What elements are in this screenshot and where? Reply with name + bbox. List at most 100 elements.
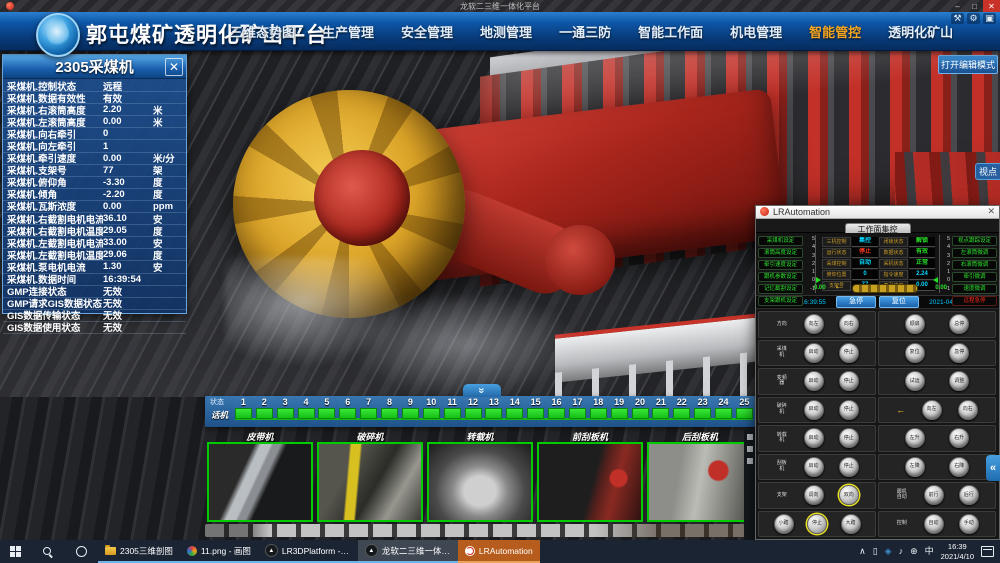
control-button[interactable]: 大踏 bbox=[841, 514, 861, 534]
camera-view[interactable]: 前刮板机 bbox=[537, 430, 643, 522]
tray-expand-icon[interactable]: ∧ bbox=[859, 547, 866, 556]
taskbar-app-platform[interactable]: ▲ 龙软二三维一体化... bbox=[358, 540, 458, 563]
notification-center-icon[interactable] bbox=[981, 546, 994, 557]
function-button[interactable]: 滚筒高度设定 bbox=[758, 248, 803, 259]
function-button[interactable]: 远程急停 bbox=[952, 296, 997, 307]
support-status-cell[interactable]: 19 bbox=[609, 397, 630, 419]
support-status-cell[interactable]: 15 bbox=[525, 397, 546, 419]
taskbar-clock[interactable]: 16:39 2021/4/10 bbox=[941, 542, 974, 561]
nav-item[interactable]: 智能管控 bbox=[809, 22, 861, 41]
function-button[interactable]: 牵引速度设定 bbox=[758, 260, 803, 271]
collapse-panel-button[interactable]: « bbox=[986, 455, 1000, 481]
support-status-cell[interactable]: 20 bbox=[630, 397, 651, 419]
control-button[interactable]: 向左 bbox=[922, 400, 942, 420]
function-button[interactable]: 采煤机设定 bbox=[758, 236, 803, 247]
control-button[interactable]: 前行 bbox=[924, 485, 944, 505]
cortana-button[interactable] bbox=[64, 546, 98, 557]
control-button[interactable]: 右降 bbox=[949, 457, 969, 477]
control-button[interactable]: 试运 bbox=[905, 371, 925, 391]
gear-icon[interactable]: ⚙ bbox=[967, 13, 980, 24]
support-status-cell[interactable]: 24 bbox=[713, 397, 734, 419]
control-button[interactable]: 停止 bbox=[839, 371, 859, 391]
control-button[interactable]: 向右 bbox=[839, 314, 859, 334]
support-status-cell[interactable]: 16 bbox=[546, 397, 567, 419]
control-button[interactable]: 停止 bbox=[839, 343, 859, 363]
support-status-cell[interactable]: 22 bbox=[671, 397, 692, 419]
control-button[interactable]: 自动 bbox=[924, 514, 944, 534]
control-button[interactable]: 停止 bbox=[839, 400, 859, 420]
control-button[interactable]: 启动 bbox=[804, 371, 824, 391]
control-button[interactable]: 调向 bbox=[804, 485, 824, 505]
control-button[interactable]: 左降 bbox=[905, 457, 925, 477]
volume-icon[interactable]: ♪ bbox=[899, 547, 904, 556]
support-status-cell[interactable]: 7 bbox=[358, 397, 379, 419]
support-status-cell[interactable]: 3 bbox=[275, 397, 296, 419]
support-status-cell[interactable]: 1 bbox=[233, 397, 254, 419]
camera-thumbnail[interactable] bbox=[647, 442, 753, 522]
wrench-icon[interactable]: ⚒ bbox=[951, 13, 964, 24]
control-button[interactable]: 右升 bbox=[949, 428, 969, 448]
taskbar-app-folder[interactable]: 2305三维剖图 bbox=[98, 540, 180, 563]
support-status-cell[interactable]: 6 bbox=[337, 397, 358, 419]
edit-mode-button[interactable]: 打开编辑模式 bbox=[938, 55, 998, 74]
maximize-button[interactable]: □ bbox=[966, 0, 983, 12]
lra-close-icon[interactable]: ✕ bbox=[987, 206, 995, 217]
function-button[interactable]: 视点跟踪设定 bbox=[952, 236, 997, 247]
function-button[interactable]: 右滚筒微调 bbox=[952, 260, 997, 271]
control-button[interactable]: 小踏 bbox=[774, 514, 794, 534]
support-status-cell[interactable]: 18 bbox=[588, 397, 609, 419]
camera-view[interactable]: 后刮板机 bbox=[647, 430, 753, 522]
support-status-cell[interactable]: 5 bbox=[317, 397, 338, 419]
control-button[interactable]: 启动 bbox=[804, 428, 824, 448]
camera-thumbnail[interactable] bbox=[537, 442, 643, 522]
nav-item[interactable]: 三维态势图 bbox=[230, 22, 295, 41]
nav-item[interactable]: 透明化矿山 bbox=[888, 22, 953, 41]
control-button[interactable]: 急停 bbox=[949, 343, 969, 363]
support-status-cell[interactable]: 23 bbox=[692, 397, 713, 419]
control-button[interactable]: 启动 bbox=[804, 457, 824, 477]
control-button[interactable]: 双向 bbox=[839, 485, 859, 505]
camera-thumbnail[interactable] bbox=[427, 442, 533, 522]
support-status-cell[interactable]: 14 bbox=[504, 397, 525, 419]
control-button[interactable]: 后行 bbox=[959, 485, 979, 505]
camera-view[interactable]: 破碎机 bbox=[317, 430, 423, 522]
control-button[interactable]: 向右 bbox=[958, 400, 978, 420]
support-status-cell[interactable]: 2 bbox=[254, 397, 275, 419]
nav-item[interactable]: 安全管理 bbox=[401, 22, 453, 41]
function-button[interactable]: 左滚筒微调 bbox=[952, 248, 997, 259]
camera-thumbnail[interactable] bbox=[317, 442, 423, 522]
control-button[interactable]: 停止 bbox=[839, 457, 859, 477]
start-button[interactable] bbox=[0, 546, 30, 557]
close-button[interactable]: ✕ bbox=[983, 0, 1000, 12]
ime-indicator[interactable]: 中 bbox=[925, 547, 934, 556]
reset-button[interactable]: 复位 bbox=[879, 296, 919, 308]
nav-item[interactable]: 一通三防 bbox=[559, 22, 611, 41]
support-status-cell[interactable]: 21 bbox=[651, 397, 672, 419]
support-status-cell[interactable]: 25 bbox=[734, 397, 755, 419]
support-status-cell[interactable]: 17 bbox=[567, 397, 588, 419]
minimize-button[interactable]: – bbox=[949, 0, 966, 12]
camera-view[interactable]: 转载机 bbox=[427, 430, 533, 522]
device-icon[interactable]: ▯ bbox=[873, 547, 878, 556]
support-status-cell[interactable]: 8 bbox=[379, 397, 400, 419]
support-status-cell[interactable]: 12 bbox=[463, 397, 484, 419]
control-button[interactable]: 左升 bbox=[905, 428, 925, 448]
support-status-cell[interactable]: 11 bbox=[442, 397, 463, 419]
support-status-cell[interactable]: 13 bbox=[484, 397, 505, 419]
thumbnail-filmstrip[interactable] bbox=[205, 524, 745, 537]
security-shield-icon[interactable]: ◈ bbox=[885, 547, 892, 556]
control-button[interactable]: 启动 bbox=[804, 400, 824, 420]
camera-view[interactable]: 皮带机 bbox=[207, 430, 313, 522]
control-button[interactable]: 向左 bbox=[804, 314, 824, 334]
support-status-cell[interactable]: 9 bbox=[400, 397, 421, 419]
function-button[interactable]: 支架跟机设定 bbox=[758, 296, 803, 307]
support-status-cell[interactable]: 4 bbox=[296, 397, 317, 419]
collapse-down-button[interactable]: « bbox=[463, 384, 501, 397]
layout-icon[interactable]: ▣ bbox=[983, 13, 996, 24]
search-button[interactable] bbox=[30, 547, 64, 556]
control-button[interactable]: 启动 bbox=[804, 343, 824, 363]
taskbar-app-lrautomation[interactable]: LRAutomation bbox=[458, 540, 540, 563]
control-button[interactable]: 手动 bbox=[959, 514, 979, 534]
control-button[interactable]: 顺启 bbox=[905, 314, 925, 334]
control-button[interactable]: 总停 bbox=[949, 314, 969, 334]
